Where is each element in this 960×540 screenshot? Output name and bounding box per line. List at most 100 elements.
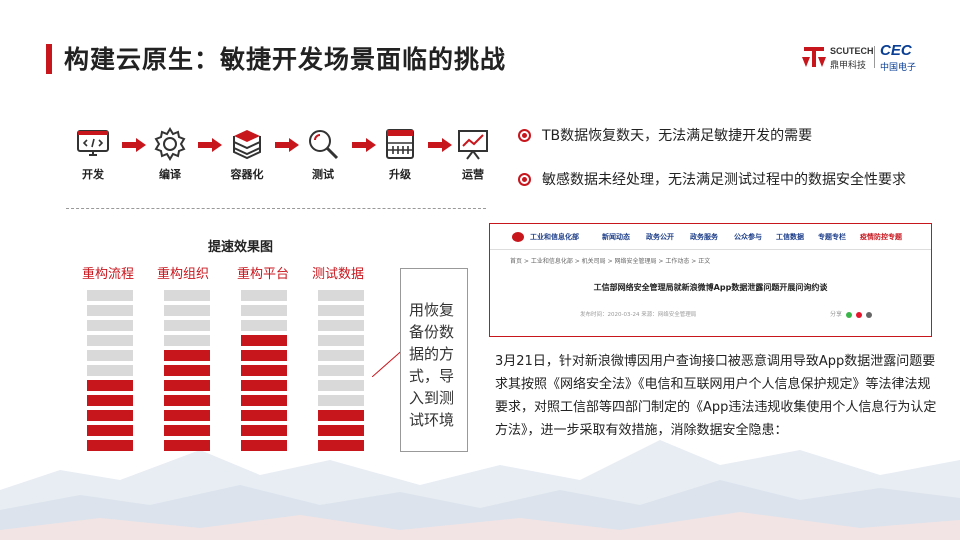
container-stack-icon — [233, 130, 261, 160]
block-empty — [87, 320, 133, 331]
news-nav-item: 工信数据 — [776, 233, 804, 241]
bullet-dot-icon — [518, 173, 531, 186]
block-empty — [318, 305, 364, 316]
block-empty — [318, 380, 364, 391]
news-nav-item: 新闻动态 — [602, 233, 630, 241]
flow-step-label: 开发 — [82, 168, 104, 181]
block-filled — [241, 410, 287, 421]
block-filled — [318, 425, 364, 436]
section-divider — [66, 208, 486, 209]
flow-step-label: 测试 — [312, 168, 334, 181]
block-filled — [87, 425, 133, 436]
block-filled — [164, 410, 210, 421]
block-empty — [164, 290, 210, 301]
gear-icon — [154, 127, 186, 161]
block-empty — [87, 335, 133, 346]
column-label: 重构平台 — [237, 267, 290, 282]
chart-title: 提速效果图 — [208, 240, 274, 255]
arrow-right-icon — [122, 138, 146, 152]
bullet-text: 敏感数据未经处理，无法满足测试过程中的数据安全性要求 — [542, 172, 906, 188]
miit-logo-icon — [512, 232, 524, 242]
flow-step-upgrade: 升级 — [377, 126, 423, 182]
logo-cec-text: CEC — [880, 42, 912, 59]
code-monitor-icon — [77, 130, 109, 156]
block-filled — [164, 440, 210, 451]
flow-step-compile: 编译 — [147, 126, 193, 182]
chart-board-icon — [458, 130, 488, 160]
block-filled — [241, 365, 287, 376]
block-empty — [318, 350, 364, 361]
news-screenshot: 工业和信息化部 新闻动态 政务公开 政务服务 公众参与 工信数据 专题专栏 疫情… — [489, 223, 932, 337]
share-label: 分享 — [830, 311, 843, 318]
block-filled — [318, 440, 364, 451]
news-nav-item: 政务公开 — [646, 233, 674, 241]
block-empty — [87, 365, 133, 376]
news-nav-item: 疫情防控专题 — [860, 233, 902, 241]
block-empty — [318, 290, 364, 301]
bullet-text: TB数据恢复数天，无法满足敏捷开发的需要 — [542, 128, 813, 144]
flow-step-develop: 开发 — [70, 126, 116, 182]
page-title: 构建云原生：敏捷开发场景面临的挑战 — [64, 45, 507, 74]
callout-box: 用恢复备份数据的方式，导入到测试环境 — [400, 268, 468, 452]
weibo-icon — [855, 311, 862, 318]
flow-step-test: 测试 — [300, 126, 346, 182]
block-empty — [87, 290, 133, 301]
column-label: 测试数据 — [312, 267, 365, 282]
logo-scutech-text: SCUTECH — [830, 46, 874, 56]
block-filled — [241, 440, 287, 451]
magnifier-icon — [309, 130, 339, 160]
block-empty — [164, 335, 210, 346]
title-accent-bar — [46, 44, 52, 74]
block-filled — [87, 380, 133, 391]
scutech-logo-icon — [802, 47, 826, 67]
wechat-icon — [845, 311, 852, 318]
arrow-right-icon — [352, 138, 376, 152]
block-filled — [241, 425, 287, 436]
incident-paragraph: 3月21日，针对新浪微博因用户查询接口被恶意调用导致App数据泄露问题要求其按照… — [495, 354, 937, 438]
block-filled — [87, 395, 133, 406]
block-empty — [87, 350, 133, 361]
logo-divider — [874, 46, 875, 68]
flow-step-label: 运营 — [462, 168, 484, 181]
block-empty — [318, 395, 364, 406]
news-breadcrumb: 首页 > 工业和信息化部 > 机关司局 > 网络安全管理局 > 工作动态 > 正… — [510, 258, 711, 265]
block-filled — [164, 365, 210, 376]
news-share: 分享 — [830, 309, 872, 318]
block-empty — [318, 365, 364, 376]
challenge-bullet: TB数据恢复数天，无法满足敏捷开发的需要 — [518, 126, 918, 146]
devops-flow: 开发 编译 容器化 测试 升级 运营 — [70, 126, 490, 186]
arrow-right-icon — [275, 138, 299, 152]
arrow-right-icon — [428, 138, 452, 152]
news-nav-bar: 工业和信息化部 新闻动态 政务公开 政务服务 公众参与 工信数据 专题专栏 疫情… — [490, 224, 931, 250]
block-empty — [241, 290, 287, 301]
block-empty — [164, 305, 210, 316]
block-filled — [164, 395, 210, 406]
flow-step-label: 升级 — [389, 168, 411, 181]
block-filled — [164, 350, 210, 361]
logo-cec-cn: 中国电子 — [880, 63, 917, 73]
flow-step-containerize: 容器化 — [224, 126, 270, 182]
block-filled — [164, 380, 210, 391]
news-nav-item: 工业和信息化部 — [530, 233, 579, 241]
block-empty — [164, 320, 210, 331]
block-filled — [318, 410, 364, 421]
block-empty — [241, 305, 287, 316]
flow-step-label: 编译 — [159, 168, 181, 181]
company-logo: SCUTECH 鼎甲科技 CEC 中国电子 — [800, 42, 920, 73]
bullet-dot-icon — [518, 129, 531, 142]
block-empty — [87, 305, 133, 316]
block-filled — [164, 425, 210, 436]
news-nav-item: 公众参与 — [734, 233, 762, 241]
block-empty — [318, 320, 364, 331]
column-label: 重构组织 — [157, 267, 210, 282]
server-rack-icon — [386, 129, 414, 159]
block-empty — [318, 335, 364, 346]
block-filled — [87, 410, 133, 421]
column-label: 重构流程 — [82, 267, 135, 282]
news-nav-item: 政务服务 — [690, 233, 718, 241]
flow-step-operate: 运营 — [450, 126, 496, 182]
qzone-icon — [865, 311, 872, 318]
news-nav-item: 专题专栏 — [818, 233, 846, 241]
news-headline: 工信部网络安全管理局就新浪微博App数据泄露问题开展问询约谈 — [593, 283, 828, 292]
block-empty — [241, 320, 287, 331]
